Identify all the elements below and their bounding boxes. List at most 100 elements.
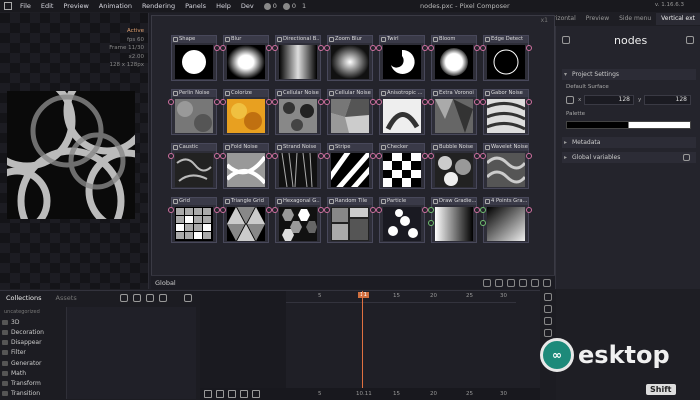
node-header[interactable]: Colorize — [224, 90, 268, 97]
surface-height-field[interactable]: 128 — [644, 95, 691, 105]
node-header[interactable]: Stripe — [328, 144, 372, 151]
error-count[interactable]: 0 — [263, 2, 277, 10]
graph-node[interactable]: Bubble Noise — [428, 143, 480, 189]
input-port[interactable] — [376, 45, 382, 51]
node-header[interactable]: Random Tile — [328, 198, 372, 205]
center-icon[interactable] — [531, 279, 539, 287]
input-port[interactable] — [272, 99, 278, 105]
timeline-panel[interactable]: 5 11 15 20 25 30 5 10.11 15 20 25 30 — [200, 290, 540, 400]
input-port[interactable] — [480, 99, 486, 105]
step-back-icon[interactable] — [228, 390, 236, 398]
graph-node[interactable]: Random Tile — [324, 197, 376, 243]
input-port[interactable] — [220, 207, 226, 213]
frame-icon[interactable] — [519, 279, 527, 287]
graph-node[interactable]: Colorize — [220, 89, 272, 135]
graph-node[interactable]: Draw Gradie... — [428, 197, 480, 243]
input-port[interactable] — [220, 153, 226, 159]
input-port[interactable] — [480, 220, 486, 226]
node-header[interactable]: Grid — [172, 198, 216, 205]
section-metadata[interactable]: ▸ Metadata — [562, 137, 696, 148]
node-header[interactable]: Bubble Noise — [432, 144, 476, 151]
warning-count[interactable]: 0 — [282, 2, 296, 10]
input-port[interactable] — [168, 99, 174, 105]
timeline-ruler[interactable]: 5 11 15 20 25 30 — [286, 291, 516, 303]
refresh-icon[interactable] — [133, 294, 141, 302]
node-header[interactable]: Particle — [380, 198, 424, 205]
add-icon[interactable] — [159, 294, 167, 302]
graph-node[interactable]: Caustic — [168, 143, 220, 189]
menu-help[interactable]: Help — [216, 2, 231, 10]
output-port[interactable] — [526, 153, 532, 159]
grid-view-icon[interactable] — [184, 294, 192, 302]
input-port[interactable] — [168, 153, 174, 159]
input-port[interactable] — [480, 45, 486, 51]
tab-assets[interactable]: Assets — [56, 294, 77, 302]
export-icon[interactable] — [483, 279, 491, 287]
input-port[interactable] — [220, 45, 226, 51]
graph-node[interactable]: Fold Noise — [220, 143, 272, 189]
play-icon[interactable] — [216, 390, 224, 398]
input-port[interactable] — [376, 153, 382, 159]
node-header[interactable]: 4 Points Gra... — [484, 198, 528, 205]
lock-icon[interactable] — [562, 36, 570, 44]
collection-item[interactable]: Transition — [2, 389, 64, 399]
input-port[interactable] — [324, 207, 330, 213]
stop-icon[interactable] — [204, 390, 212, 398]
collection-item[interactable]: Disappear — [2, 338, 64, 348]
graph-node[interactable]: Particle — [376, 197, 428, 243]
node-header[interactable]: Draw Gradie... — [432, 198, 476, 205]
graph-node[interactable]: Triangle Grid — [220, 197, 272, 243]
node-header[interactable]: Fold Noise — [224, 144, 268, 151]
graph-node[interactable]: Cellular Noise — [272, 89, 324, 135]
external-link-icon[interactable] — [683, 154, 690, 161]
graph-node[interactable]: Stripe — [324, 143, 376, 189]
surface-width-field[interactable]: 128 — [584, 95, 634, 105]
step-forward-icon[interactable] — [240, 390, 248, 398]
loop-icon[interactable] — [252, 390, 260, 398]
graph-node[interactable]: Shape — [171, 35, 220, 81]
output-port[interactable] — [526, 99, 532, 105]
graph-node[interactable]: 4 Points Gra... — [480, 197, 532, 243]
tab-vertical-ext[interactable]: Vertical ext — [656, 13, 700, 25]
link-icon[interactable] — [566, 96, 574, 104]
tab-collections[interactable]: Collections — [6, 294, 42, 302]
input-port[interactable] — [480, 153, 486, 159]
node-header[interactable]: Strand Noise — [276, 144, 320, 151]
grid-icon[interactable] — [495, 279, 503, 287]
pen-icon[interactable] — [507, 279, 515, 287]
graph-icon[interactable] — [544, 305, 552, 313]
input-port[interactable] — [480, 207, 486, 213]
node-header[interactable]: Wavelet Noise — [484, 144, 528, 151]
graph-node[interactable]: Grid — [168, 197, 220, 243]
menu-file[interactable]: File — [20, 2, 31, 10]
node-header[interactable]: Bloom — [432, 36, 476, 43]
info-count[interactable]: 1 — [302, 2, 306, 10]
output-port[interactable] — [526, 45, 532, 51]
node-header[interactable]: Cellular Noise — [328, 90, 372, 97]
graph-node[interactable]: Extra Voronoi — [428, 89, 480, 135]
input-port[interactable] — [324, 99, 330, 105]
graph-node[interactable]: Directional B... — [272, 35, 324, 81]
key-icon[interactable] — [544, 317, 552, 325]
node-header[interactable]: Shape — [172, 36, 216, 43]
menu-rendering[interactable]: Rendering — [142, 2, 175, 10]
input-port[interactable] — [428, 45, 434, 51]
graph-node[interactable]: Gabor Noise — [480, 89, 532, 135]
input-port[interactable] — [168, 207, 174, 213]
node-header[interactable]: Cellular Noise — [276, 90, 320, 97]
input-port[interactable] — [428, 153, 434, 159]
input-port[interactable] — [428, 220, 434, 226]
input-port[interactable] — [272, 153, 278, 159]
collection-item[interactable]: 3D — [2, 317, 64, 327]
node-header[interactable]: Anisotropic ... — [380, 90, 424, 97]
graph-node[interactable]: Checker — [376, 143, 428, 189]
node-header[interactable]: Extra Voronoi — [432, 90, 476, 97]
settings-icon[interactable] — [543, 279, 551, 287]
collection-item[interactable]: Generator — [2, 358, 64, 368]
input-port[interactable] — [324, 153, 330, 159]
node-header[interactable]: Triangle Grid — [224, 198, 268, 205]
menu-edit[interactable]: Edit — [41, 2, 54, 10]
collection-item[interactable]: Decoration — [2, 327, 64, 337]
preview-panel[interactable]: Active fps 60 Frame 11/30 x2.00 128 x 12… — [0, 13, 148, 289]
graph-node[interactable]: Edge Detect — [480, 35, 532, 81]
